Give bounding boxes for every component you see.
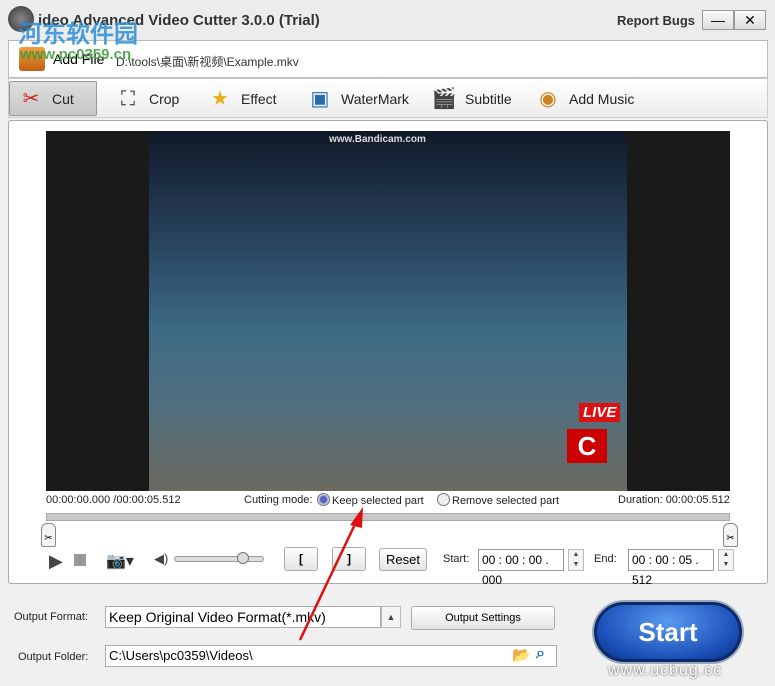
annotation-arrow (298, 507, 363, 641)
arrow-head (350, 507, 363, 528)
arrow-line (298, 519, 359, 641)
